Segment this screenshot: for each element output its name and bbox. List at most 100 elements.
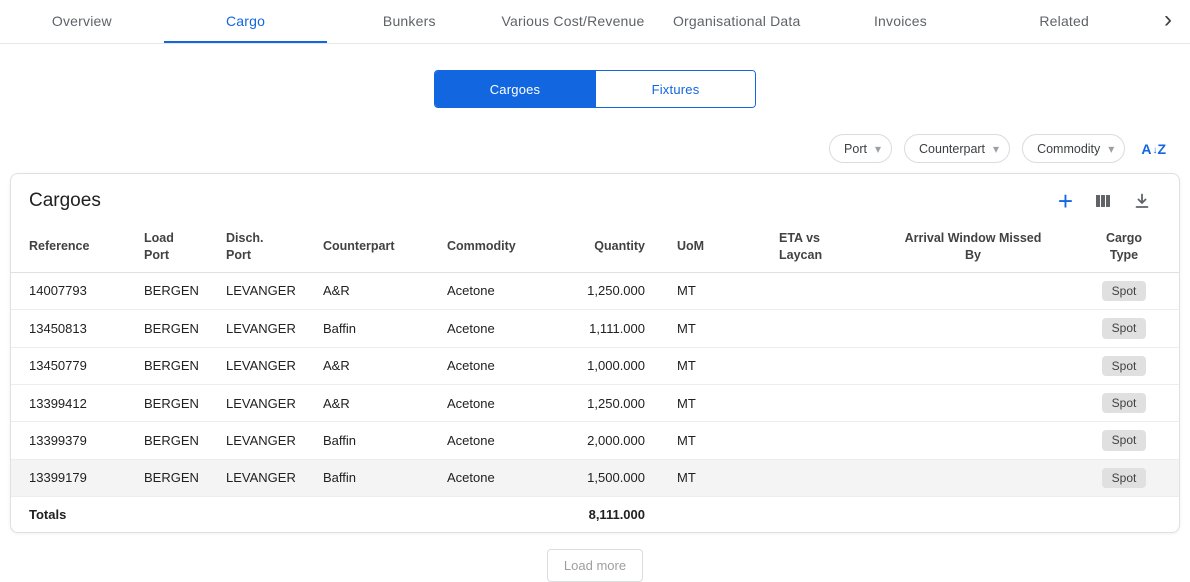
- column-header[interactable]: UoM: [669, 222, 771, 272]
- column-header-label: Cargo Type: [1106, 230, 1142, 264]
- cell-uom: MT: [669, 422, 771, 459]
- column-header-label: Reference: [29, 238, 89, 255]
- filter-chips: Port ▾ Counterpart ▾ Commodity ▾: [829, 134, 1125, 163]
- cell-uom: MT: [669, 272, 771, 309]
- columns-icon: [1093, 191, 1113, 211]
- cell-cargo-type: Spot: [1067, 310, 1180, 347]
- column-header[interactable]: Commodity: [439, 222, 561, 272]
- nav-tab[interactable]: Bunkers: [327, 0, 491, 43]
- cargo-type-badge: Spot: [1102, 468, 1147, 488]
- totals-row: Totals 8,111.000: [11, 497, 1180, 533]
- nav-tab[interactable]: Organisational Data: [655, 0, 819, 43]
- nav-tab[interactable]: Cargo: [164, 0, 328, 43]
- view-toggle-button[interactable]: Cargoes: [435, 71, 595, 107]
- cell-counterpart: A&R: [315, 347, 439, 384]
- column-header[interactable]: Reference: [11, 222, 136, 272]
- filter-chip[interactable]: Commodity ▾: [1022, 134, 1125, 163]
- plus-icon: +: [1058, 191, 1073, 211]
- cargo-type-badge: Spot: [1102, 393, 1147, 413]
- table-row[interactable]: 14007793 BERGEN LEVANGER A&R Acetone 1,2…: [11, 272, 1180, 309]
- cell-arrival-window-missed-by: [879, 272, 1067, 309]
- cell-reference: 13450779: [11, 347, 136, 384]
- cell-cargo-type: Spot: [1067, 422, 1180, 459]
- cargoes-table: Reference Load Port Disch. PortCounterpart…: [11, 222, 1180, 532]
- cell-load-port: BERGEN: [136, 347, 218, 384]
- chevron-down-icon: ▾: [993, 143, 999, 155]
- sort-alpha-icon[interactable]: A ↓ Z: [1141, 141, 1166, 157]
- column-settings-button[interactable]: [1093, 191, 1113, 211]
- cell-arrival-window-missed-by: [879, 310, 1067, 347]
- filter-row: Port ▾ Counterpart ▾ Commodity ▾ A ↓ Z: [0, 134, 1190, 163]
- cell-eta-vs-laycan: [771, 272, 879, 309]
- download-icon: [1133, 192, 1151, 210]
- cell-cargo-type: Spot: [1067, 459, 1180, 496]
- nav-tab[interactable]: Various Cost/Revenue: [491, 0, 655, 43]
- nav-tabs: OverviewCargoBunkersVarious Cost/Revenue…: [0, 0, 1146, 43]
- download-button[interactable]: [1133, 192, 1151, 210]
- add-button[interactable]: +: [1058, 191, 1073, 211]
- cell-eta-vs-laycan: [771, 347, 879, 384]
- chevron-down-icon: ▾: [875, 143, 881, 155]
- empty-cell: [218, 497, 315, 533]
- cell-uom: MT: [669, 459, 771, 496]
- column-header-label: Load Port: [144, 230, 174, 264]
- filter-chip[interactable]: Port ▾: [829, 134, 892, 163]
- table-row[interactable]: 13399412 BERGEN LEVANGER A&R Acetone 1,2…: [11, 384, 1180, 421]
- table-row[interactable]: 13450779 BERGEN LEVANGER A&R Acetone 1,0…: [11, 347, 1180, 384]
- card-header: Cargoes +: [11, 174, 1179, 222]
- table-header-row: Reference Load Port Disch. PortCounterpart…: [11, 222, 1180, 272]
- cell-disch-port: LEVANGER: [218, 422, 315, 459]
- table-row[interactable]: 13399379 BERGEN LEVANGER Baffin Acetone …: [11, 422, 1180, 459]
- cell-reference: 13399179: [11, 459, 136, 496]
- column-header[interactable]: ETA vs Laycan: [771, 222, 879, 272]
- card-actions: +: [1058, 191, 1151, 211]
- view-toggle-button[interactable]: Fixtures: [595, 71, 755, 107]
- cell-load-port: BERGEN: [136, 272, 218, 309]
- view-toggle: CargoesFixtures: [434, 70, 756, 108]
- cargo-type-badge: Spot: [1102, 430, 1147, 450]
- column-header[interactable]: Disch. Port: [218, 222, 315, 272]
- cell-counterpart: Baffin: [315, 422, 439, 459]
- nav-tab[interactable]: Overview: [0, 0, 164, 43]
- column-header[interactable]: Load Port: [136, 222, 218, 272]
- filter-chip[interactable]: Counterpart ▾: [904, 134, 1010, 163]
- cell-quantity: 2,000.000: [561, 422, 669, 459]
- table-row[interactable]: 13450813 BERGEN LEVANGER Baffin Acetone …: [11, 310, 1180, 347]
- cell-commodity: Acetone: [439, 422, 561, 459]
- table-row[interactable]: 13399179 BERGEN LEVANGER Baffin Acetone …: [11, 459, 1180, 496]
- empty-cell: [136, 497, 218, 533]
- cell-counterpart: Baffin: [315, 459, 439, 496]
- cell-uom: MT: [669, 310, 771, 347]
- filter-chip-label: Commodity: [1037, 142, 1100, 156]
- cell-arrival-window-missed-by: [879, 384, 1067, 421]
- cell-disch-port: LEVANGER: [218, 347, 315, 384]
- sort-letter-z: Z: [1157, 141, 1166, 157]
- nav-tab[interactable]: Related: [982, 0, 1146, 43]
- cell-load-port: BERGEN: [136, 422, 218, 459]
- column-header[interactable]: Quantity: [561, 222, 669, 272]
- cell-commodity: Acetone: [439, 384, 561, 421]
- top-nav: OverviewCargoBunkersVarious Cost/Revenue…: [0, 0, 1190, 44]
- nav-tab[interactable]: Invoices: [819, 0, 983, 43]
- empty-cell: [439, 497, 561, 533]
- cell-cargo-type: Spot: [1067, 347, 1180, 384]
- empty-cell: [1067, 497, 1180, 533]
- column-header-label: UoM: [677, 238, 704, 255]
- column-header[interactable]: Arrival Window Missed By: [879, 222, 1067, 272]
- chevron-right-icon[interactable]: ›: [1146, 0, 1190, 43]
- cell-disch-port: LEVANGER: [218, 310, 315, 347]
- cell-counterpart: A&R: [315, 272, 439, 309]
- table-body: 14007793 BERGEN LEVANGER A&R Acetone 1,2…: [11, 272, 1180, 496]
- load-more-button[interactable]: Load more: [547, 549, 643, 582]
- column-header[interactable]: Cargo Type: [1067, 222, 1180, 272]
- cell-commodity: Acetone: [439, 272, 561, 309]
- cell-uom: MT: [669, 384, 771, 421]
- cargo-type-badge: Spot: [1102, 356, 1147, 376]
- column-header[interactable]: Counterpart: [315, 222, 439, 272]
- cell-arrival-window-missed-by: [879, 347, 1067, 384]
- chevron-down-icon: ▾: [1108, 143, 1114, 155]
- card-title: Cargoes: [29, 190, 101, 212]
- cell-eta-vs-laycan: [771, 459, 879, 496]
- cell-reference: 13399379: [11, 422, 136, 459]
- cell-load-port: BERGEN: [136, 384, 218, 421]
